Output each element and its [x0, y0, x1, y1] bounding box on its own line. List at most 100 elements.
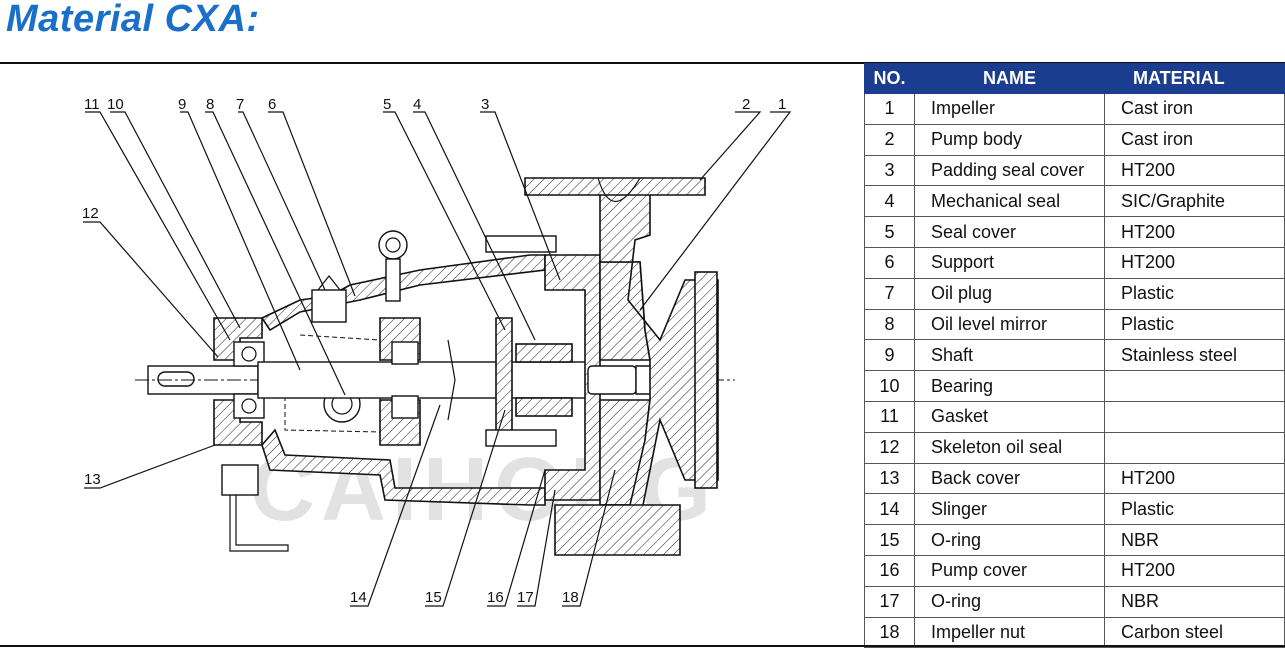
cell-name: Slinger — [914, 493, 1105, 526]
seal-cover — [495, 317, 513, 443]
cell-material: SIC/Graphite — [1104, 185, 1285, 218]
cell-no: 5 — [864, 216, 915, 248]
table-row: 9 Shaft Stainless steel — [864, 339, 1285, 372]
callout-6: 6 — [268, 96, 276, 113]
callout-13: 13 — [84, 471, 101, 488]
callout-16: 16 — [487, 589, 504, 606]
table-row: 15 O-ring NBR — [864, 524, 1285, 556]
cell-name: Shaft — [914, 339, 1105, 372]
keyway — [157, 371, 195, 387]
col-header-name: NAME — [914, 63, 1105, 94]
cell-name: Support — [914, 246, 1105, 279]
cell-material: Plastic — [1104, 308, 1285, 341]
cell-no: 7 — [864, 277, 915, 310]
table-body: 1 Impeller Cast iron 2 Pump body Cast iron 3 Pa… — [864, 93, 1285, 649]
cell-no: 16 — [864, 554, 915, 587]
cell-material: Carbon steel — [1104, 616, 1285, 649]
table-row: 2 Pump body Cast iron — [864, 123, 1285, 156]
mechanical-seal — [515, 343, 573, 363]
cell-material: Plastic — [1104, 277, 1285, 310]
bearing-right-bottom — [391, 395, 419, 419]
col-header-material: MATERIAL — [1104, 63, 1285, 94]
cell-no: 12 — [864, 431, 915, 464]
callout-9: 9 — [178, 96, 186, 113]
page-title: Material CXA: — [6, 0, 260, 40]
callout-15: 15 — [425, 589, 442, 606]
table-row: 8 Oil level mirror Plastic — [864, 308, 1285, 341]
callout-1: 1 — [778, 96, 786, 113]
table-row: 13 Back cover HT200 — [864, 462, 1285, 495]
col-header-no: NO. — [864, 63, 915, 94]
callout-10: 10 — [107, 96, 124, 113]
cell-name: Gasket — [914, 400, 1105, 433]
table-header-row: NO. NAME MATERIAL — [864, 63, 1285, 94]
cell-no: 2 — [864, 123, 915, 156]
callout-14: 14 — [350, 589, 367, 606]
cell-no: 14 — [864, 493, 915, 526]
discharge-flange — [524, 177, 706, 196]
suction-flange — [694, 271, 718, 489]
cell-material: HT200 — [1104, 554, 1285, 587]
cell-name: Pump body — [914, 123, 1105, 156]
callout-3: 3 — [481, 96, 489, 113]
cell-no: 1 — [864, 93, 915, 125]
cell-material: Stainless steel — [1104, 339, 1285, 372]
cell-name: O-ring — [914, 524, 1105, 556]
callout-12: 12 — [82, 205, 99, 222]
cell-name: Mechanical seal — [914, 185, 1105, 218]
callout-11: 11 — [84, 96, 100, 113]
callout-2: 2 — [742, 96, 750, 113]
table-row: 16 Pump cover HT200 — [864, 554, 1285, 587]
cell-material: HT200 — [1104, 216, 1285, 248]
cell-material: HT200 — [1104, 246, 1285, 279]
callout-7: 7 — [236, 96, 244, 113]
cell-no: 15 — [864, 524, 915, 556]
cell-material: Plastic — [1104, 493, 1285, 526]
table-row: 11 Gasket — [864, 400, 1285, 433]
cell-no: 10 — [864, 370, 915, 402]
mechanical-seal-lower — [515, 397, 573, 417]
cell-name: Oil level mirror — [914, 308, 1105, 341]
table-row: 4 Mechanical seal SIC/Graphite — [864, 185, 1285, 218]
cell-name: Impeller nut — [914, 616, 1105, 649]
callout-8: 8 — [206, 96, 214, 113]
bottom-divider — [0, 645, 1285, 647]
callout-18: 18 — [562, 589, 579, 606]
cell-name: Pump cover — [914, 554, 1105, 587]
cell-no: 8 — [864, 308, 915, 341]
shaft — [257, 361, 589, 399]
callout-4: 4 — [413, 96, 421, 113]
table-row: 10 Bearing — [864, 370, 1285, 402]
cell-no: 9 — [864, 339, 915, 372]
foot-bolt — [221, 464, 259, 496]
cell-name: Impeller — [914, 93, 1105, 125]
table-row: 3 Padding seal cover HT200 — [864, 154, 1285, 187]
cell-material: HT200 — [1104, 154, 1285, 187]
cell-no: 6 — [864, 246, 915, 279]
cell-material: Cast iron — [1104, 93, 1285, 125]
cell-no: 17 — [864, 585, 915, 618]
bearing-right-top — [391, 341, 419, 365]
cell-name: Bearing — [914, 370, 1105, 402]
table-row: 12 Skeleton oil seal — [864, 431, 1285, 464]
eyebolt-stem — [385, 258, 401, 302]
cell-material: Cast iron — [1104, 123, 1285, 156]
cell-material: HT200 — [1104, 462, 1285, 495]
table-row: 6 Support HT200 — [864, 246, 1285, 279]
cell-no: 3 — [864, 154, 915, 187]
table-row: 14 Slinger Plastic — [864, 493, 1285, 526]
cell-name: Back cover — [914, 462, 1105, 495]
cell-no: 18 — [864, 616, 915, 649]
cell-name: Oil plug — [914, 277, 1105, 310]
cell-name: Skeleton oil seal — [914, 431, 1105, 464]
cell-material — [1104, 400, 1285, 433]
cell-no: 4 — [864, 185, 915, 218]
table-row: 1 Impeller Cast iron — [864, 93, 1285, 125]
cell-material: NBR — [1104, 585, 1285, 618]
parts-material-table: NO. NAME MATERIAL 1 Impeller Cast iron 2 Pum… — [864, 63, 1285, 649]
table-row: 17 O-ring NBR — [864, 585, 1285, 618]
impeller-hub — [587, 365, 637, 395]
cell-material: NBR — [1104, 524, 1285, 556]
cell-no: 13 — [864, 462, 915, 495]
cell-material — [1104, 431, 1285, 464]
